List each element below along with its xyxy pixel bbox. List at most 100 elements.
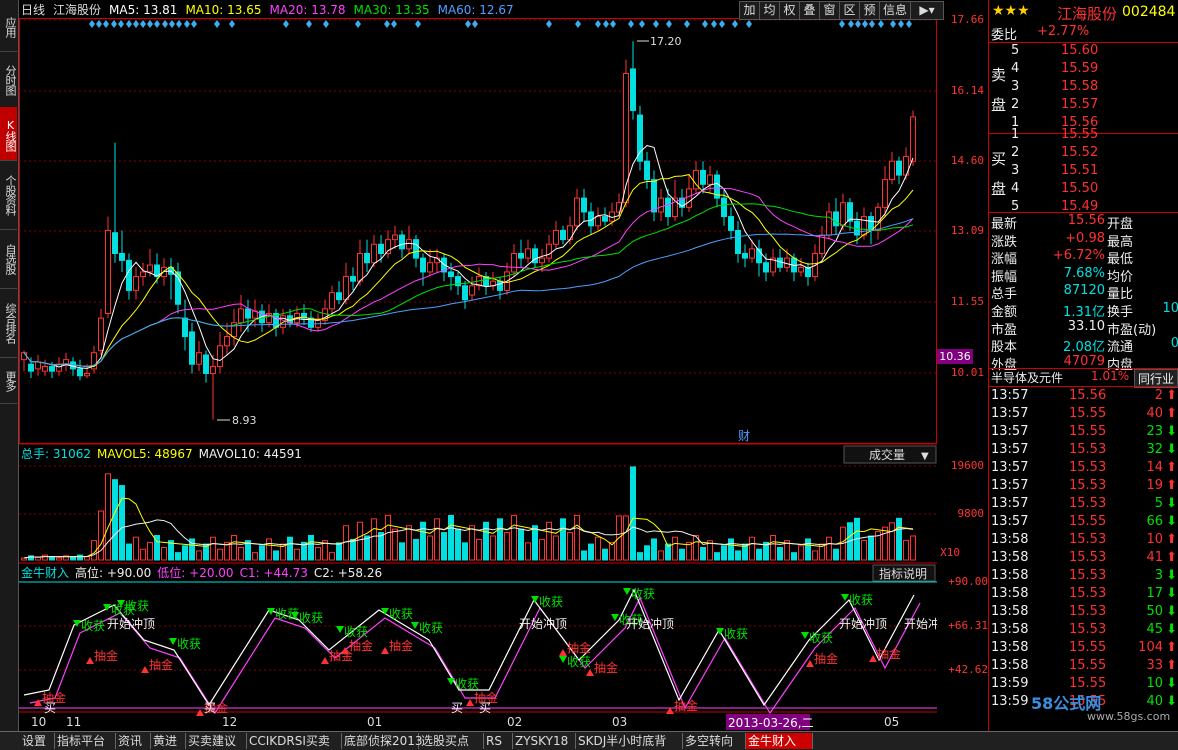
tick-row: 13:58 15.55 104 ⬆ [989, 640, 1178, 658]
tick-time: 13:57 [991, 424, 1029, 439]
signal-diamond [126, 20, 132, 28]
signal-diamond [653, 20, 659, 28]
sidebar-tab-5[interactable]: 综合排名 [0, 286, 17, 358]
candle-body [406, 239, 412, 250]
sector-name: 半导体及元件 [991, 371, 1064, 385]
volume-bar [497, 518, 503, 561]
bottom-tab-5[interactable]: CCIKDRSI买卖 [247, 733, 342, 749]
bid-row: 2 15.52 [989, 145, 1178, 163]
volume-bar [644, 545, 650, 561]
volume-bar [140, 548, 146, 561]
label-shouhuo: 收获 [849, 593, 873, 607]
bottom-tab-11[interactable]: 多空转向 [683, 733, 746, 749]
arrow-down-icon: ⬇ [1166, 496, 1177, 511]
bottom-tab-8[interactable]: RS [484, 733, 513, 749]
label-choujin: 抽金 [674, 698, 698, 713]
arrow-up-icon: ⬆ [1166, 640, 1177, 655]
sidebar-tab-6[interactable]: 更多 [0, 355, 17, 404]
toolbar-btn-4[interactable]: 窗 [819, 1, 840, 20]
volume-bar [693, 535, 699, 561]
candle-body [28, 363, 34, 372]
quote-row: 涨跌 +0.98 最高 [989, 231, 1178, 250]
candle-body [392, 234, 398, 241]
bottom-tab-9[interactable]: ZYSKY18 [513, 733, 576, 749]
tick-time: 13:57 [991, 406, 1029, 421]
tick-price: 15.55 [1069, 676, 1107, 691]
ma-label-0: MA5: 13.81 [109, 3, 177, 17]
label-shouhuo: 收获 [539, 595, 563, 609]
label-shouhuo: 收获 [724, 627, 748, 641]
toolbar-expand-icon[interactable]: ▶▾ [910, 1, 944, 20]
toolbar-btn-6[interactable]: 预 [859, 1, 880, 20]
tick-time: 13:58 [991, 550, 1029, 565]
toolbar-btn-3[interactable]: 叠 [799, 1, 820, 20]
label-shouhuo: 收获 [81, 619, 105, 633]
volume-bar [637, 552, 643, 561]
sidebar-tab-0[interactable]: 应用 [0, 0, 17, 52]
bottom-tab-12[interactable]: 金牛财入 [746, 733, 813, 749]
bottom-tab-3[interactable]: 黄进 [151, 733, 186, 749]
tick-volume: 5 [1154, 496, 1163, 511]
sidebar-tab-3[interactable]: 个股资料 [0, 158, 17, 230]
volume-bar [70, 556, 76, 561]
sidebar-tab-1[interactable]: 分时图 [0, 49, 17, 109]
candle-body [336, 292, 342, 301]
sidebar-tab-2[interactable]: K线图 [0, 107, 17, 161]
xaxis-label: 10 [31, 715, 46, 729]
high-label: 17.20 [650, 35, 682, 48]
label-choujin: 抽金 [389, 638, 413, 653]
bottom-tab-2[interactable]: 资讯 [116, 733, 151, 749]
label-choujin: 抽金 [349, 638, 373, 653]
label-choujin: 抽金 [594, 660, 618, 675]
bottom-tab-7[interactable]: 选股买点 [419, 733, 484, 749]
bottom-tab-6[interactable]: 底部侦探2013 [342, 733, 423, 749]
toolbar-btn-1[interactable]: 均 [759, 1, 780, 20]
candle-body [189, 331, 195, 365]
chart-area[interactable]: 日线 江海股份 MA5: 13.81 MA10: 13.65 MA20: 13.78 MA… [19, 0, 952, 731]
volume-bar [868, 535, 874, 561]
volume-bar [126, 543, 132, 561]
tick-price: 15.53 [1069, 550, 1107, 565]
indicator-header-0: 高位: +90.00 [75, 565, 151, 580]
tick-time: 13:58 [991, 604, 1029, 619]
candle-body [42, 366, 48, 372]
candle-body [721, 197, 727, 218]
signal-diamond [465, 20, 471, 28]
candle-body [469, 285, 475, 296]
kline-chart-svg[interactable]: 日线 江海股份 MA5: 13.81 MA10: 13.65 MA20: 13.78 MA… [19, 0, 952, 731]
toolbar-btn-2[interactable]: 权 [779, 1, 800, 20]
arrow-down-icon: ⬇ [1166, 676, 1177, 691]
ask-price: 15.60 [1061, 43, 1099, 58]
bottom-tab-4[interactable]: 买卖建议 [186, 733, 247, 749]
quote-row: 股本 2.08亿流通 0 [989, 336, 1178, 355]
ask-row: 4 15.59 [989, 61, 1178, 79]
bottom-tab-0[interactable]: 设置 [20, 733, 55, 749]
candle-body [623, 73, 629, 204]
signal-diamond [855, 20, 861, 28]
bottom-tab-10[interactable]: SKDJ半小时底背 [576, 733, 683, 749]
tick-time: 13:58 [991, 640, 1029, 655]
volume-bar [427, 535, 433, 561]
bottom-tab-1[interactable]: 指标平台 [55, 733, 116, 749]
volume-bar [791, 552, 797, 561]
toolbar-btn-0[interactable]: 加 [739, 1, 760, 20]
bid-level: 4 [1011, 181, 1020, 196]
tick-price: 15.53 [1069, 460, 1107, 475]
tick-volume: 10 [1146, 532, 1163, 547]
volume-bar [77, 554, 83, 561]
volume-axis-label: 19600 [950, 459, 984, 472]
tick-time: 13:57 [991, 514, 1029, 529]
tick-time: 13:58 [991, 568, 1029, 583]
toolbar-btn-5[interactable]: 区 [839, 1, 860, 20]
toolbar-btn-7[interactable]: 信息 [879, 1, 911, 20]
sidebar-tab-4[interactable]: 自选股 [0, 227, 17, 289]
buy-label: 买盘 [991, 144, 1006, 204]
volume-unit: X10 [940, 546, 960, 559]
arrow-down-icon [531, 596, 539, 603]
volume-dropdown-label: 成交量 [869, 447, 905, 462]
candle-body [147, 264, 153, 273]
volume-bar [315, 547, 321, 561]
price-axis-label: 10.01 [950, 366, 984, 379]
quote-key: 最新 [991, 217, 1018, 232]
candle-body [140, 271, 146, 278]
